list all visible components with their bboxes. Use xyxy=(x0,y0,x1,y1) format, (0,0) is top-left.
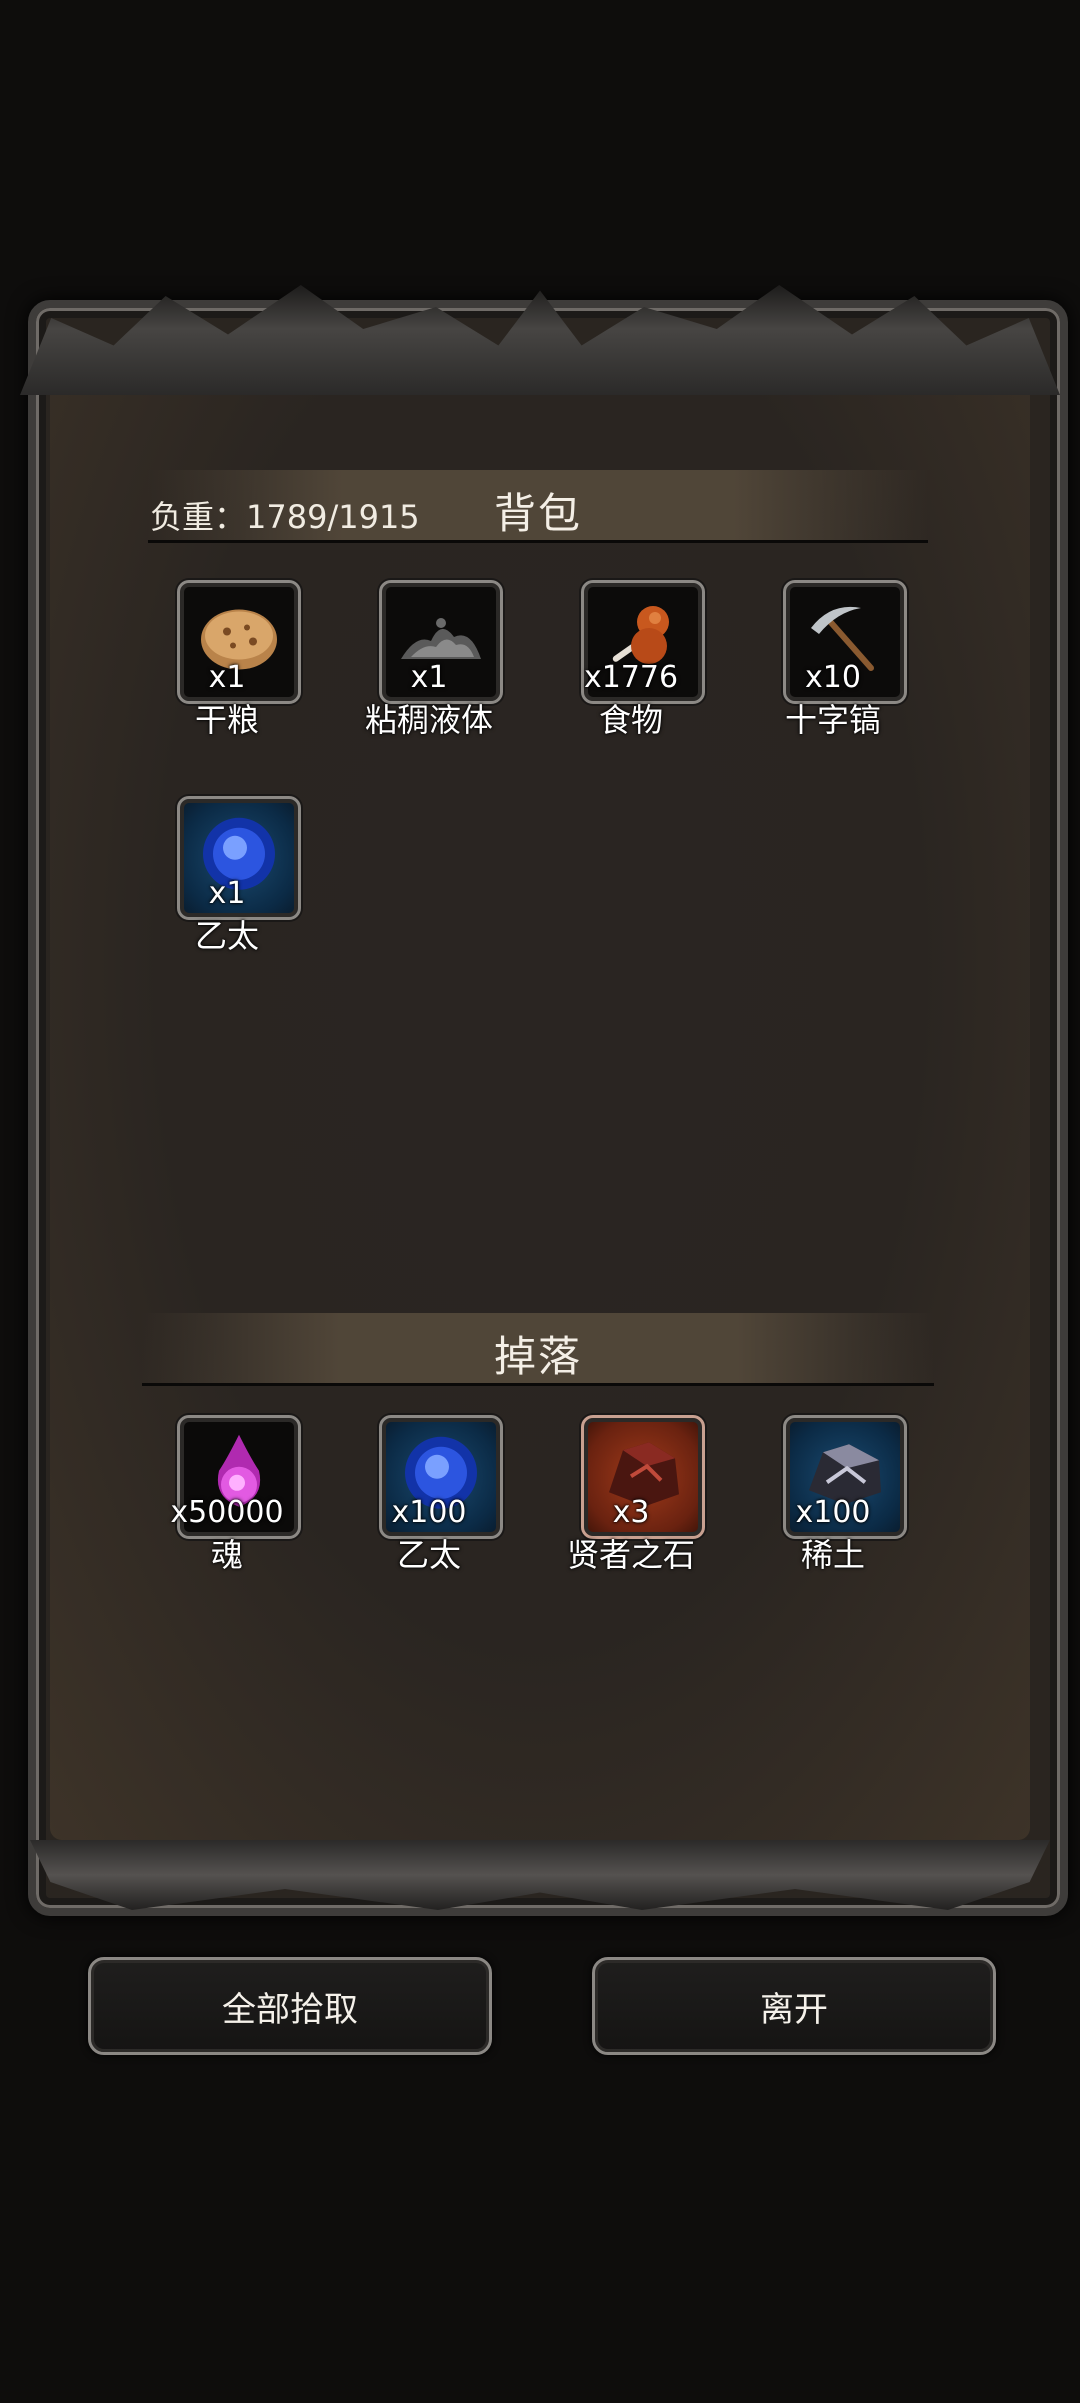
drop-item-soul[interactable]: x50000 魂 xyxy=(127,1415,327,1575)
drop-item-rare-earth[interactable]: x100 稀土 xyxy=(733,1415,933,1575)
bag-item-ether[interactable]: x1 乙太 xyxy=(127,796,327,956)
item-quantity: x1 xyxy=(410,660,448,695)
pickup-all-button[interactable]: 全部拾取 xyxy=(88,1957,492,2055)
item-quantity: x10 xyxy=(805,660,861,695)
drop-item-ether[interactable]: x100 乙太 xyxy=(329,1415,529,1575)
item-name: 乙太 xyxy=(194,917,259,955)
bag-item-dry-food[interactable]: x1 干粮 xyxy=(127,580,327,740)
item-quantity: x100 xyxy=(391,1495,467,1530)
item-quantity: x1 xyxy=(208,660,246,695)
item-quantity: x1 xyxy=(208,876,246,911)
bag-item-pickaxe[interactable]: x10 十字镐 xyxy=(733,580,933,740)
item-name: 稀土 xyxy=(800,1536,865,1574)
bag-item-food[interactable]: x1776 食物 xyxy=(531,580,731,740)
item-name: 十字镐 xyxy=(784,701,881,739)
item-quantity: x50000 xyxy=(170,1495,284,1530)
drop-item-philosopher-stone[interactable]: x3 贤者之石 xyxy=(531,1415,731,1575)
leave-button[interactable]: 离开 xyxy=(592,1957,996,2055)
item-quantity: x3 xyxy=(612,1495,650,1530)
item-quantity: x100 xyxy=(795,1495,871,1530)
item-quantity: x1776 xyxy=(583,660,679,695)
drops-header: 掉落 xyxy=(142,1313,934,1386)
drops-title: 掉落 xyxy=(493,1332,582,1381)
bag-item-viscous-liquid[interactable]: x1 粘稠液体 xyxy=(329,580,529,740)
weight-label: 负重：1789/1915 xyxy=(150,498,420,536)
